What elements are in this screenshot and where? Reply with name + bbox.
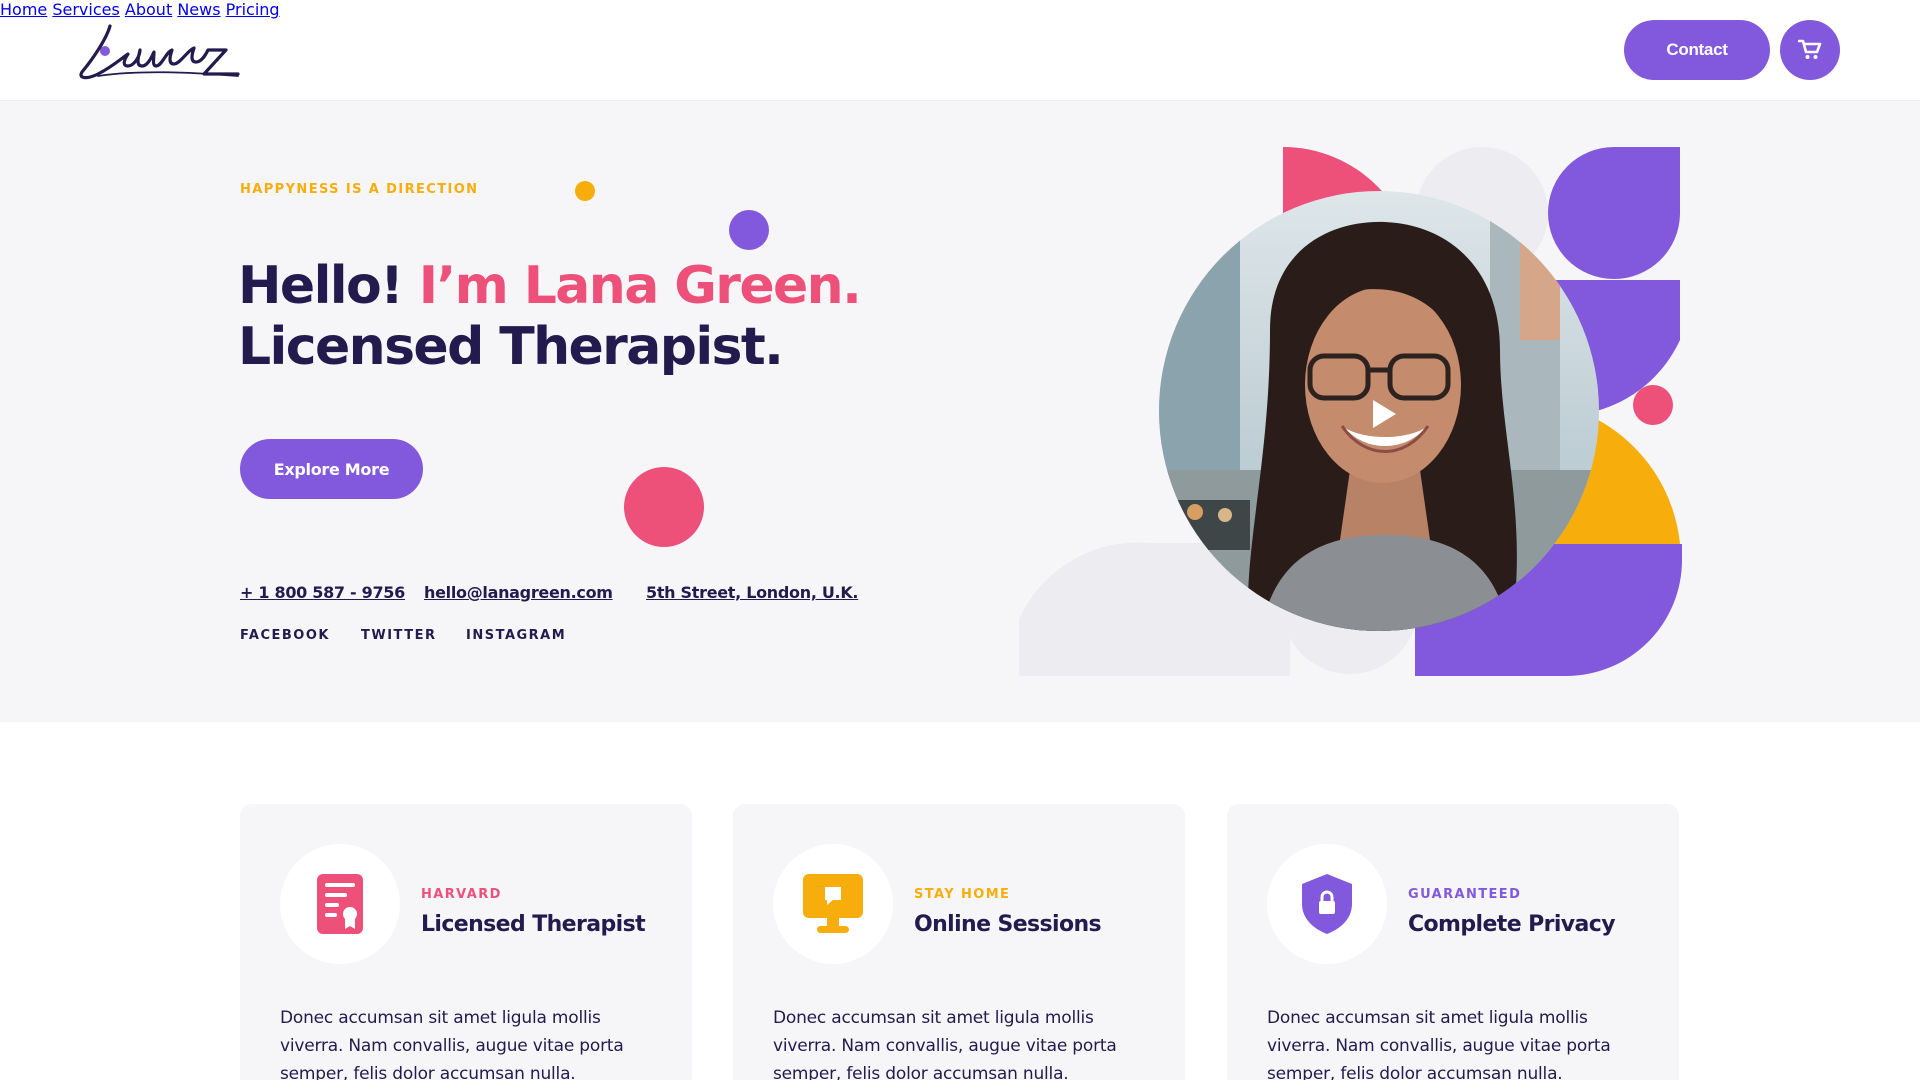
feature-card-privacy: GUARANTEED Complete Privacy Donec accums… xyxy=(1227,804,1679,1080)
headline-role: Licensed Therapist. xyxy=(238,317,784,377)
main-nav: Home Services About News Pricing xyxy=(0,0,1920,19)
feature-icon-wrap xyxy=(1267,844,1387,964)
shield-lock-icon xyxy=(1302,874,1352,934)
feature-eyebrow: GUARANTEED xyxy=(1408,887,1522,902)
decor-dot-pink xyxy=(624,467,704,547)
social-facebook[interactable]: FACEBOOK xyxy=(240,628,330,643)
email-link[interactable]: hello@lanagreen.com xyxy=(424,583,613,602)
headline-greeting: Hello! xyxy=(238,256,419,316)
feature-title: Online Sessions xyxy=(914,912,1102,937)
feature-eyebrow: STAY HOME xyxy=(914,887,1011,902)
decor-dot-yellow xyxy=(575,181,595,201)
logo-signature[interactable] xyxy=(78,20,242,84)
hero-eyebrow: HAPPYNESS IS A DIRECTION xyxy=(240,182,479,197)
hero-artwork xyxy=(1019,147,1682,676)
feature-eyebrow: HARVARD xyxy=(421,887,502,902)
nav-home[interactable]: Home xyxy=(0,0,47,19)
decor-pink-dot xyxy=(1633,385,1673,425)
feature-icon-wrap xyxy=(280,844,400,964)
contact-button[interactable]: Contact xyxy=(1624,20,1770,80)
monitor-chat-icon xyxy=(803,874,863,933)
cart-button[interactable] xyxy=(1780,20,1840,80)
address-link[interactable]: 5th Street, London, U.K. xyxy=(646,583,859,602)
feature-card-licensed: HARVARD Licensed Therapist Donec accumsa… xyxy=(240,804,692,1080)
feature-text: Donec accumsan sit amet ligula mollis vi… xyxy=(773,1008,1117,1080)
decor-dot-purple xyxy=(729,210,769,250)
nav-pricing[interactable]: Pricing xyxy=(226,0,280,19)
nav-services[interactable]: Services xyxy=(52,0,119,19)
cart-icon xyxy=(1798,39,1822,59)
hero-headline: Hello! I’m Lana Green. Licensed Therapis… xyxy=(238,256,862,378)
headline-name: I’m Lana Green. xyxy=(418,256,862,316)
feature-title: Licensed Therapist xyxy=(421,912,646,937)
feature-title: Complete Privacy xyxy=(1408,912,1616,937)
feature-text: Donec accumsan sit amet ligula mollis vi… xyxy=(1267,1008,1611,1080)
feature-card-online: STAY HOME Online Sessions Donec accumsan… xyxy=(733,804,1185,1080)
social-twitter[interactable]: TWITTER xyxy=(361,628,436,643)
social-instagram[interactable]: INSTAGRAM xyxy=(466,628,566,643)
decor-purple-circle xyxy=(1548,147,1680,279)
feature-icon-wrap xyxy=(773,844,893,964)
feature-text: Donec accumsan sit amet ligula mollis vi… xyxy=(280,1008,624,1080)
nav-news[interactable]: News xyxy=(177,0,220,19)
phone-link[interactable]: + 1 800 587 - 9756 xyxy=(240,583,405,602)
explore-more-button[interactable]: Explore More xyxy=(240,439,423,499)
nav-about[interactable]: About xyxy=(125,0,172,19)
hero-section: HAPPYNESS IS A DIRECTION Hello! I’m Lana… xyxy=(0,100,1920,722)
site-header: Home Services About News Pricing Contact xyxy=(0,0,1920,100)
certificate-icon xyxy=(317,874,363,934)
